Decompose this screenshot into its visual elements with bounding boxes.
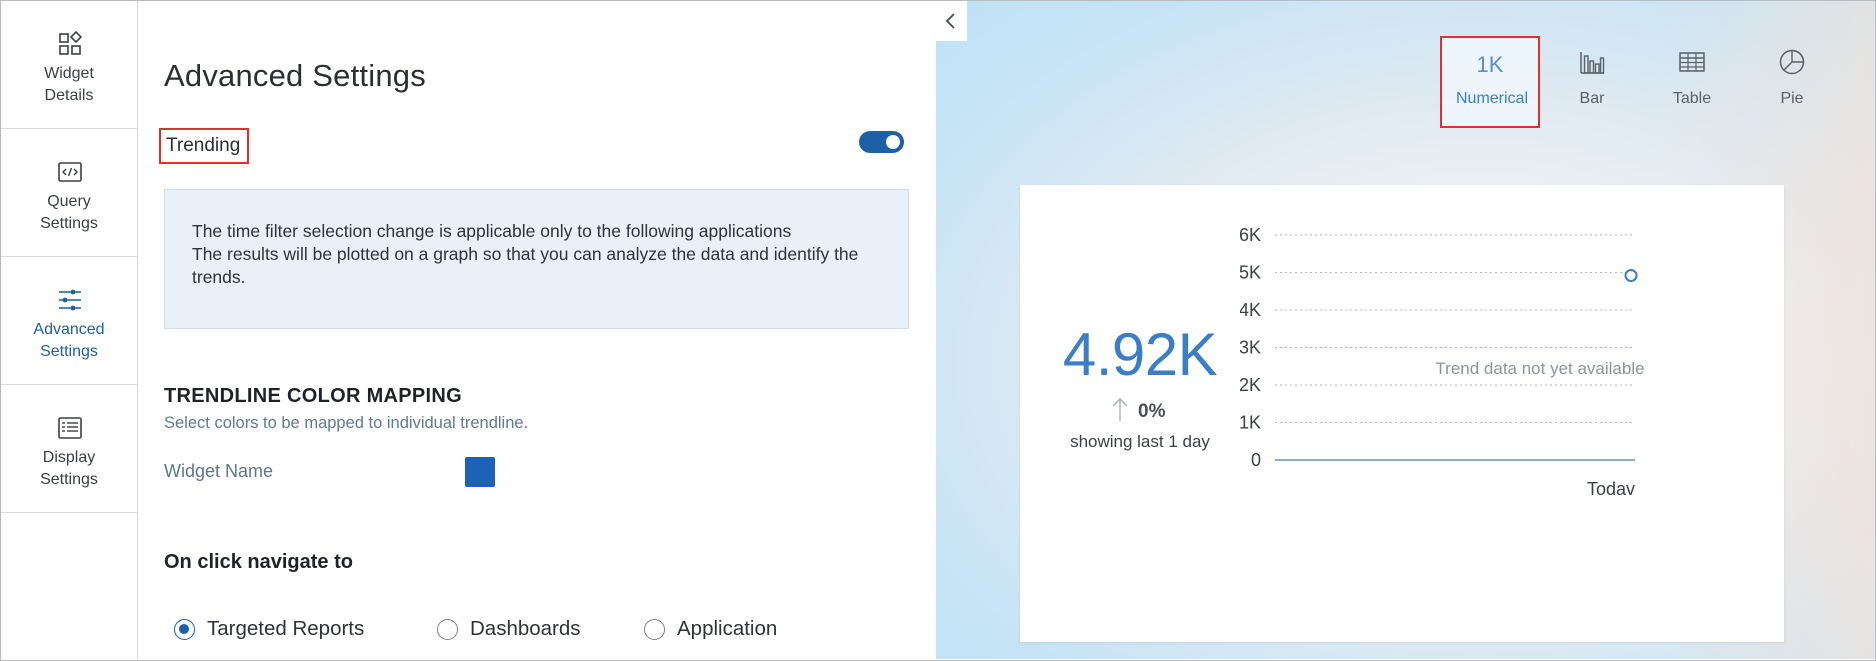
chart-empty-message: Trend data not yet available [1435, 359, 1644, 378]
trend-indicator: 0% [1110, 395, 1165, 423]
y-tick-label: 4K [1240, 300, 1261, 320]
sidebar-item-label: Display Settings [40, 449, 98, 488]
chevron-left-icon [945, 13, 955, 29]
sidebar-item-widget-details[interactable]: Widget Details [1, 1, 137, 129]
numerical-icon: 1K [1476, 52, 1504, 77]
arrow-up-icon [1112, 398, 1128, 421]
radio-label: Application [677, 617, 778, 640]
sidebar-item-label: Query Settings [40, 193, 98, 232]
y-tick-label: 6K [1240, 225, 1261, 245]
page-title: Advanced Settings [164, 58, 426, 93]
chart-x-ticks: Todav [1587, 479, 1635, 499]
bar-chart-icon [1580, 52, 1605, 74]
y-tick-label: 1K [1240, 413, 1261, 433]
metric-value: 4.92K [1062, 321, 1218, 388]
table-icon [1679, 52, 1705, 72]
navigate-to-title: On click navigate to [164, 551, 353, 573]
trend-chart: 6K 5K 4K 3K 2K 1K 0 Todav Trend data not yet a… [1240, 225, 1645, 499]
settings-sidebar: Widget Details Query Settings Advanced S… [1, 1, 138, 659]
radio-targeted-reports[interactable]: Targeted Reports [174, 617, 364, 641]
trend-percent: 0% [1138, 401, 1166, 422]
viz-tab-label: Numerical [1455, 90, 1528, 107]
viz-tab-pie[interactable]: Pie [1742, 36, 1842, 128]
widget-name-label: Widget Name [164, 461, 274, 481]
info-text-line-1: The time filter selection change is appl… [192, 221, 792, 241]
info-text-line-2: The results will be plotted on a graph s… [192, 244, 859, 287]
radio-dashboards[interactable]: Dashboards [437, 617, 581, 641]
viz-tab-bar[interactable]: Bar [1542, 36, 1642, 128]
sidebar-item-advanced-settings[interactable]: Advanced Settings [1, 257, 137, 385]
info-box: The time filter selection change is appl… [164, 189, 909, 329]
radio-button[interactable] [174, 618, 195, 640]
viz-tab-numerical[interactable]: 1K Numerical [1440, 36, 1540, 128]
sidebar-item-label: Widget Details [44, 65, 94, 104]
chart-grid [1275, 234, 1635, 461]
x-tick-label: Todav [1587, 479, 1635, 499]
radio-label: Dashboards [470, 617, 581, 640]
collapse-panel-button[interactable] [935, 1, 967, 41]
trendline-color-mapping-title: TRENDLINE COLOR MAPPING [164, 385, 463, 407]
sidebar-item-label: Advanced Settings [33, 321, 105, 360]
sidebar-item-query-settings[interactable]: Query Settings [1, 129, 137, 257]
radio-label: Targeted Reports [207, 617, 365, 640]
trend-caption: showing last 1 day [1070, 432, 1210, 451]
viz-tab-label: Pie [1780, 90, 1804, 107]
trending-label: Trending [159, 128, 249, 164]
code-icon [58, 162, 82, 182]
pie-chart-icon [1779, 49, 1805, 75]
y-tick-label: 2K [1240, 375, 1261, 395]
data-point [1624, 269, 1638, 282]
viz-tab-table[interactable]: Table [1642, 36, 1742, 128]
y-tick-label: 3K [1240, 338, 1261, 358]
widget-details-icon [59, 31, 83, 55]
y-tick-label: 0 [1251, 450, 1261, 470]
viz-tab-label: Table [1672, 90, 1712, 107]
widget-preview-card: 4.92K 0% showing last 1 day 6K 5K 4K 3K 2K 1K… [1020, 185, 1784, 642]
chart-y-ticks: 6K 5K 4K 3K 2K 1K 0 [1240, 225, 1261, 470]
radio-button[interactable] [644, 618, 665, 640]
sliders-icon [59, 289, 81, 311]
display-list-icon [58, 417, 82, 439]
chart-points [1624, 269, 1638, 282]
viz-tab-label: Bar [1579, 90, 1605, 107]
trending-toggle[interactable] [859, 131, 904, 153]
trendline-color-swatch[interactable] [465, 457, 495, 487]
radio-button[interactable] [437, 618, 458, 640]
sidebar-item-display-settings[interactable]: Display Settings [1, 385, 137, 513]
y-tick-label: 5K [1240, 263, 1261, 283]
radio-application[interactable]: Application [644, 617, 777, 641]
trendline-color-mapping-subtitle: Select colors to be mapped to individual… [164, 414, 529, 432]
